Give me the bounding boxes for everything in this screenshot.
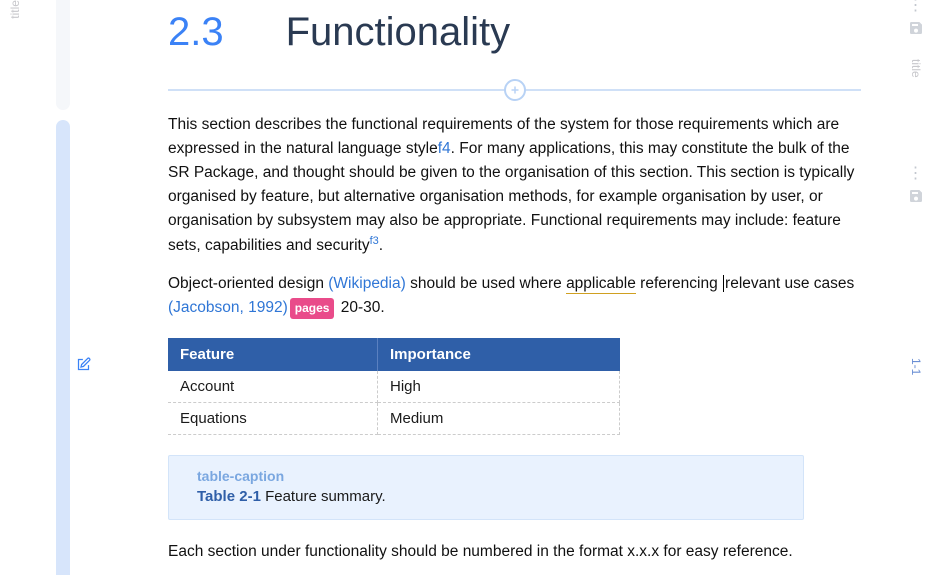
pages-tag[interactable]: pages	[290, 298, 335, 319]
paragraph-intro[interactable]: This section describes the functional re…	[168, 113, 861, 258]
feature-table[interactable]: Feature Importance Account High Equation…	[168, 338, 620, 435]
table-caption-box[interactable]: table-caption Table 2-1 Feature summary.	[168, 455, 804, 520]
table-row[interactable]: Account High	[168, 371, 620, 403]
insert-divider	[168, 79, 861, 99]
cell-importance[interactable]: Medium	[378, 403, 620, 435]
left-gutter: title	[0, 0, 30, 575]
save-icon[interactable]	[908, 20, 924, 41]
cell-feature[interactable]: Account	[168, 371, 378, 403]
footnote-ref-f3[interactable]: f3	[370, 235, 379, 247]
citation-jacobson[interactable]: (Jacobson, 1992)	[168, 299, 288, 316]
more-menu-icon[interactable]: ⋮	[908, 0, 925, 8]
section-index-label: 1-1	[909, 358, 923, 375]
nav-current-section[interactable]	[56, 120, 70, 575]
section-title[interactable]: Functionality	[286, 10, 511, 55]
section-type-label: title	[8, 0, 22, 31]
add-section-button[interactable]	[504, 79, 526, 101]
footnote-ref-f4[interactable]: f4	[438, 140, 451, 157]
caption-text[interactable]: Table 2-1 Feature summary.	[197, 488, 785, 505]
outline-nav	[30, 0, 70, 575]
text: . For many applications, this may consti…	[168, 140, 854, 254]
text: referencing	[636, 275, 722, 292]
col-feature[interactable]: Feature	[168, 338, 378, 371]
text: Object-oriented design	[168, 275, 328, 292]
document-editor: title 2.3 Functionality This section des…	[0, 0, 931, 575]
text-cursor	[723, 275, 724, 292]
pages-value: 20-30.	[336, 299, 384, 316]
paragraph-ood[interactable]: Object-oriented design (Wikipedia) shoul…	[168, 272, 861, 320]
cell-feature[interactable]: Equations	[168, 403, 378, 435]
caption-type-label: table-caption	[197, 468, 785, 484]
text: should be used where	[406, 275, 566, 292]
nav-sliver-top[interactable]	[56, 0, 70, 110]
cell-importance[interactable]: High	[378, 371, 620, 403]
link-applicable[interactable]: applicable	[566, 275, 636, 294]
caption-body: Feature summary.	[261, 488, 386, 505]
caption-id: Table 2-1	[197, 488, 261, 505]
citation-wikipedia[interactable]: (Wikipedia)	[328, 275, 406, 292]
text: .	[379, 237, 383, 254]
section-heading: 2.3 Functionality	[168, 10, 861, 55]
section-type-label-right: title	[909, 47, 923, 78]
table-header-row: Feature Importance	[168, 338, 620, 371]
document-body: 2.3 Functionality This section describes…	[70, 0, 901, 575]
paragraph-trail[interactable]: Each section under functionality should …	[168, 540, 861, 564]
text: relevant use cases	[725, 275, 854, 292]
section-number: 2.3	[168, 10, 224, 55]
right-gutter: ⋮ title ⋮ 1-1	[901, 0, 931, 575]
col-importance[interactable]: Importance	[378, 338, 620, 371]
save-icon[interactable]	[908, 188, 924, 209]
table-row[interactable]: Equations Medium	[168, 403, 620, 435]
more-menu-icon[interactable]: ⋮	[908, 168, 925, 176]
